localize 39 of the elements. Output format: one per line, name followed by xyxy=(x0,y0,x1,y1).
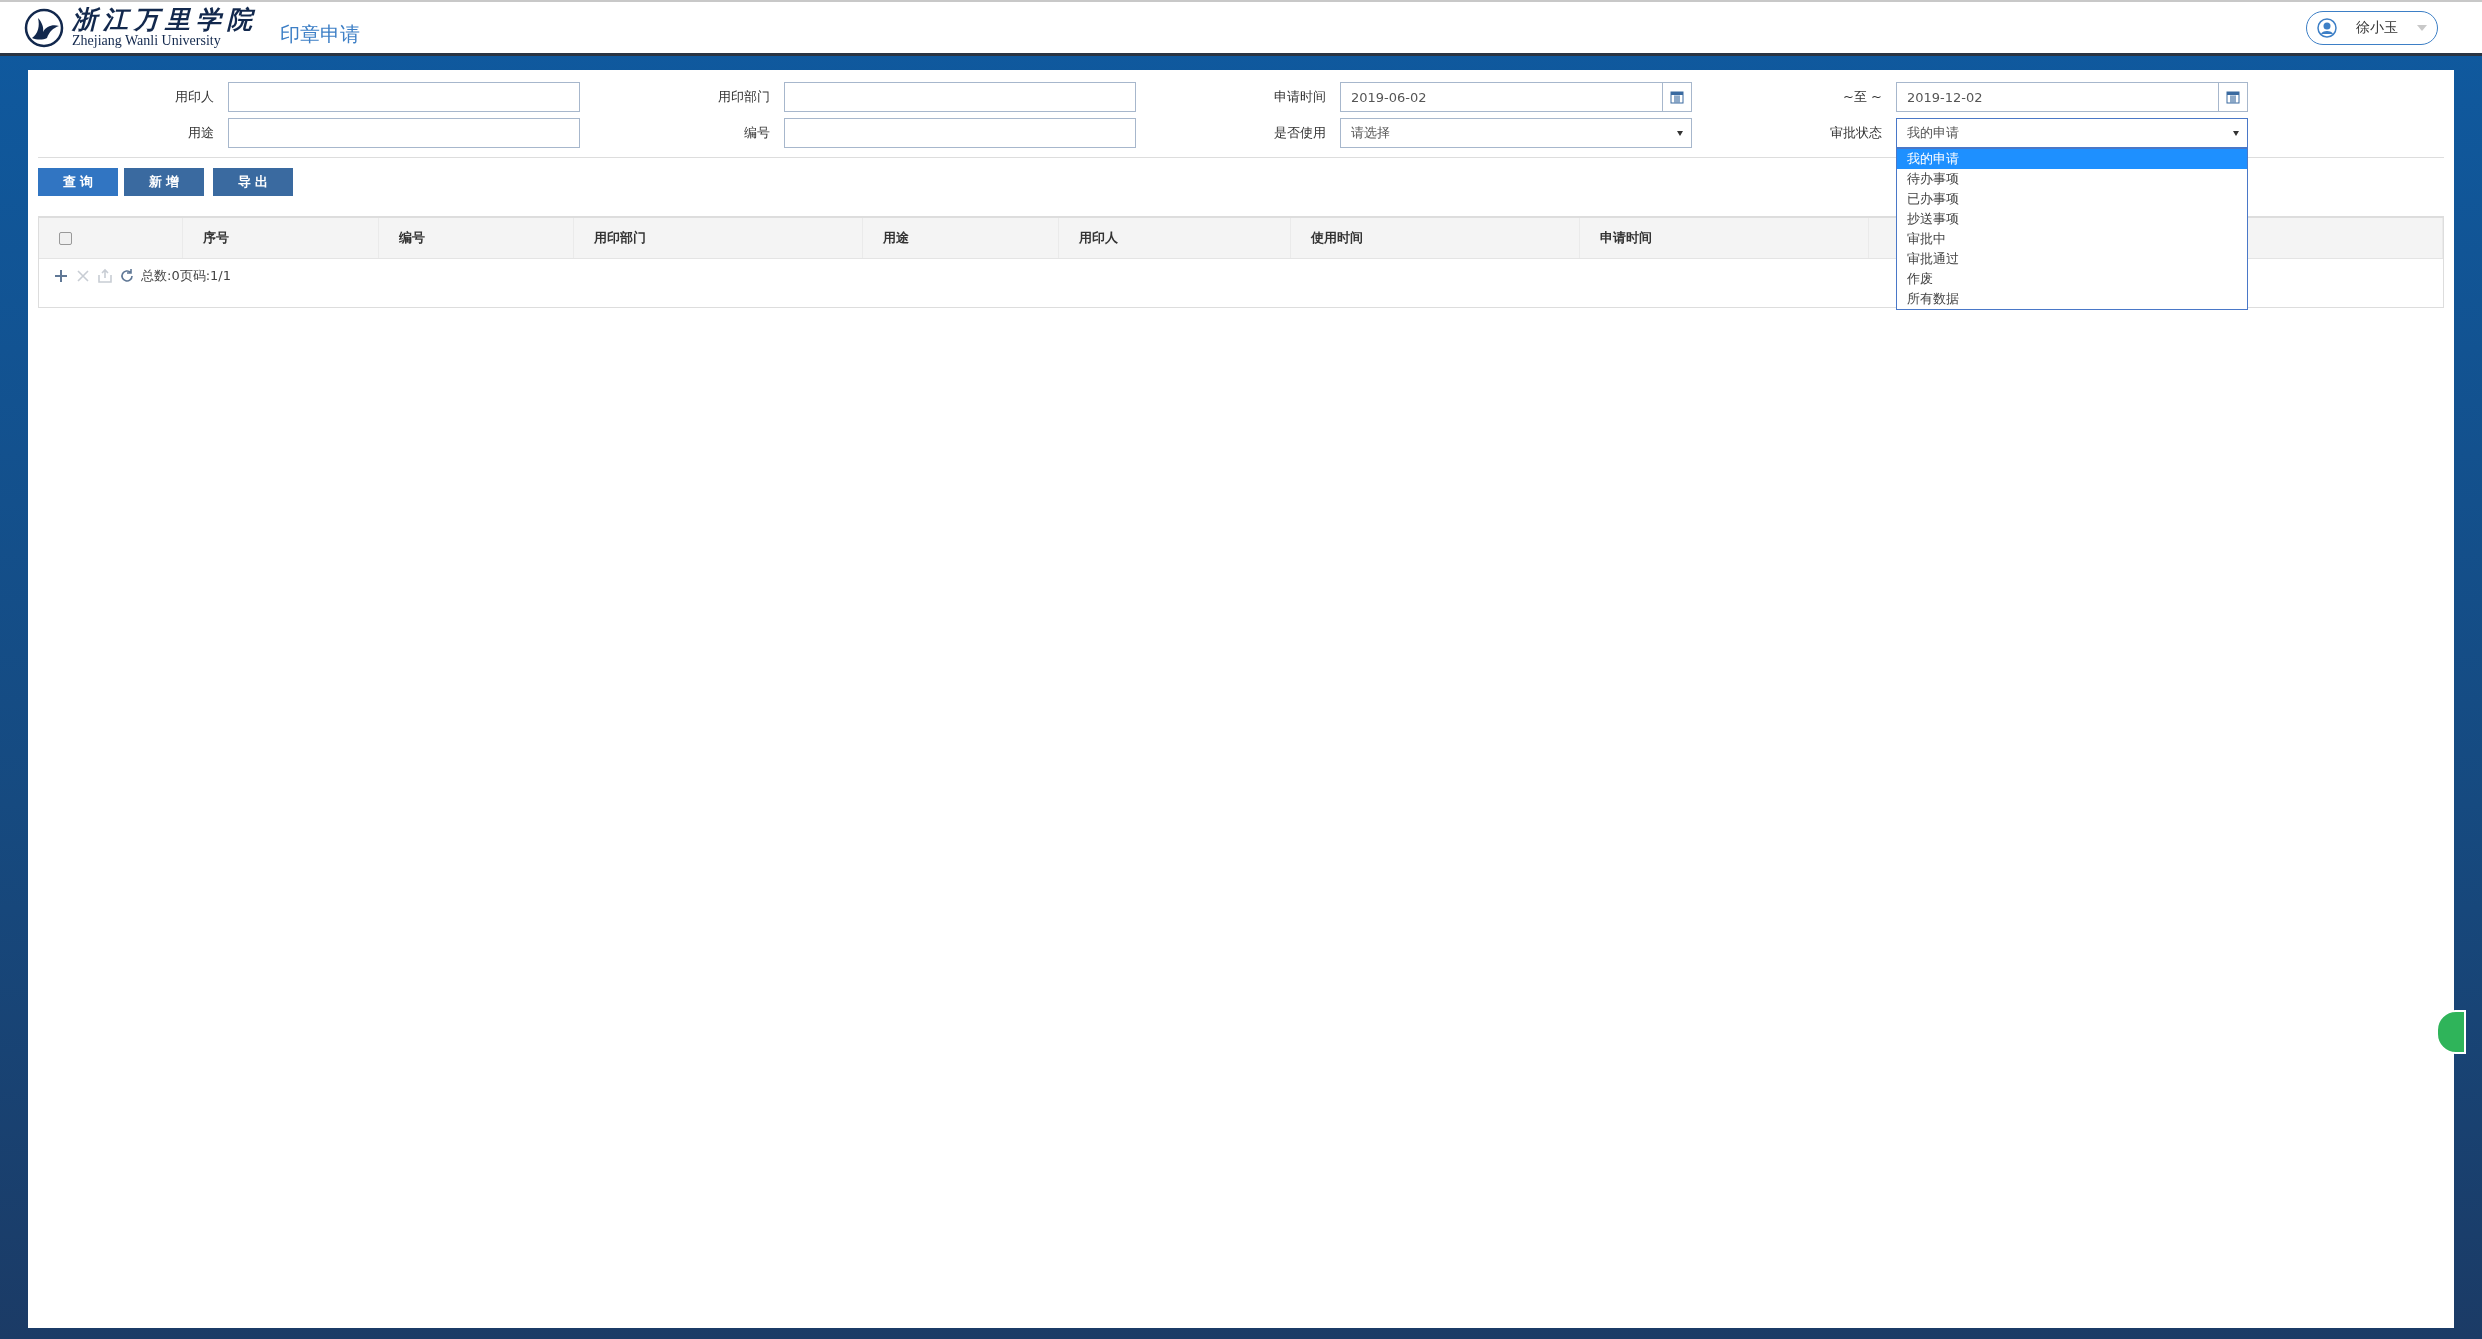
field-label: 用途 xyxy=(187,124,214,142)
field-label: ~至 ~ xyxy=(1842,88,1882,106)
action-button[interactable]: 查 询 xyxy=(38,168,118,196)
select-all-checkbox[interactable] xyxy=(59,231,72,245)
column-header: 申请时间 xyxy=(1600,229,1652,247)
text-field[interactable] xyxy=(784,118,1136,148)
action-button[interactable]: 新 增 xyxy=(124,168,204,196)
add-icon[interactable] xyxy=(53,268,69,284)
column-header: 序号 xyxy=(203,229,229,247)
calendar-icon[interactable] xyxy=(2226,90,2240,104)
field-label: 编号 xyxy=(743,124,770,142)
side-widget-icon[interactable] xyxy=(2436,1010,2466,1054)
field-label: 申请时间 xyxy=(1273,88,1326,106)
field-label: 是否使用 xyxy=(1273,124,1326,142)
logo-chinese-name: 浙江万里学院 xyxy=(72,6,258,33)
column-header: 使用时间 xyxy=(1311,229,1363,247)
text-field[interactable] xyxy=(784,82,1136,112)
select-field[interactable]: 请选择 xyxy=(1340,118,1692,148)
column-header: 用印人 xyxy=(1079,229,1118,247)
field-label: 用印人 xyxy=(174,88,214,106)
user-avatar-icon xyxy=(2317,17,2337,38)
text-field[interactable] xyxy=(228,118,580,148)
date-field[interactable]: 2019-12-02 xyxy=(1896,82,2248,112)
refresh-icon[interactable] xyxy=(119,268,135,284)
logo-english-name: Zhejiang Wanli University xyxy=(72,32,222,49)
column-header: 用印部门 xyxy=(594,229,646,247)
page-title: 印章申请 xyxy=(280,21,360,48)
action-button[interactable]: 导 出 xyxy=(213,168,293,196)
user-menu[interactable]: 徐小玉 xyxy=(2306,10,2438,45)
field-label: 用印部门 xyxy=(717,88,770,106)
pagination-summary: 总数:0页码:1/1 xyxy=(141,267,231,285)
column-header: 用途 xyxy=(883,229,909,247)
caret-icon xyxy=(2417,24,2427,31)
column-header: 编号 xyxy=(399,229,425,247)
text-field[interactable] xyxy=(228,82,580,112)
date-field[interactable]: 2019-06-02 xyxy=(1340,82,1692,112)
calendar-icon[interactable] xyxy=(1670,90,1684,104)
logo-icon xyxy=(24,7,64,48)
field-label: 审批状态 xyxy=(1829,124,1882,142)
